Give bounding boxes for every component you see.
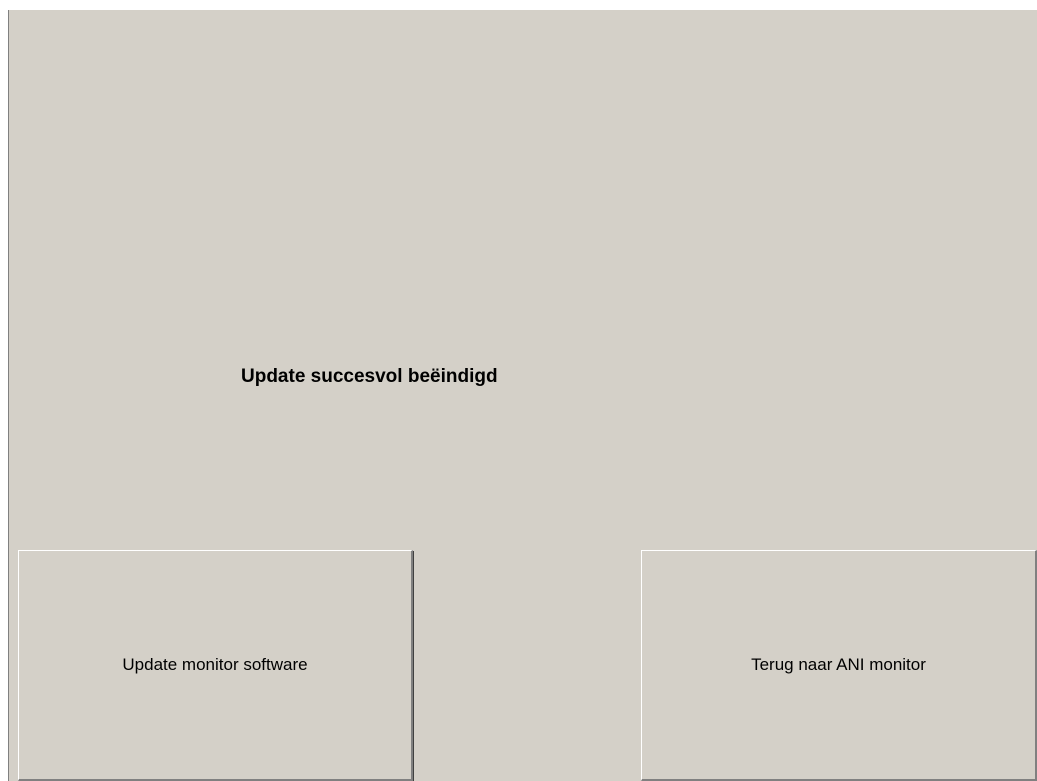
update-monitor-software-label: Update monitor software [122,655,308,674]
back-to-ani-monitor-label: Terug naar ANI monitor [751,655,926,674]
main-panel: Update succesvol beëindigd Update monito… [8,10,1037,781]
status-message: Update succesvol beëindigd [241,366,498,387]
back-to-ani-monitor-button[interactable]: Terug naar ANI monitor [641,550,1037,781]
update-monitor-software-button[interactable]: Update monitor software [18,550,413,781]
